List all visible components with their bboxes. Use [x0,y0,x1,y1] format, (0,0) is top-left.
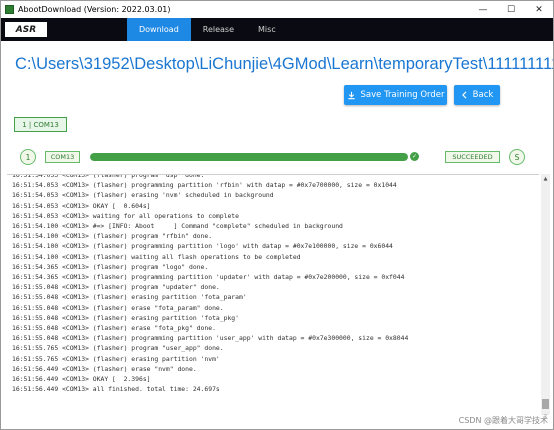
port-tab-com13[interactable]: 1 | COM13 [14,117,67,132]
log-line: 16:51:55.048 <COM13> (flasher) programmi… [12,334,409,343]
minimize-icon[interactable]: — [469,1,497,18]
device-index-badge: 1 [20,149,36,165]
asr-logo: ASR [5,22,47,37]
top-navbar: ASR Download Release Misc [1,18,553,41]
log-line: 16:51:54.100 <COM13> #=> [INFO: Aboot ] … [12,222,343,231]
log-line: 16:51:54.053 <COM13> OKAY [ 0.604s] [12,201,151,210]
log-scrollbar[interactable]: ▲ ▼ [541,174,550,421]
progress-bar-fill [90,153,408,161]
port-label: COM13 [45,151,80,163]
tab-misc[interactable]: Misc [246,18,288,41]
log-line: 16:51:55.048 <COM13> (flasher) erasing p… [12,293,247,302]
tab-download[interactable]: Download [127,18,191,41]
log-line: 16:51:54.053 <COM13> (flasher) erasing '… [12,191,274,200]
log-line: 16:51:54.100 <COM13> (flasher) waiting a… [12,252,301,261]
status-end-badge: S [509,149,525,165]
log-line: 16:51:56.449 <COM13> OKAY [ 2.396s] [12,375,151,384]
back-button[interactable]: Back [454,85,500,105]
title-bar: AbootDownload (Version: 2022.03.01) — ☐ … [1,1,553,18]
firmware-path: C:\Users\31952\Desktop\LiChunjie\4GMod\L… [15,55,553,73]
log-line: 16:51:54.100 <COM13> (flasher) programmi… [12,242,393,251]
app-icon [5,5,14,14]
log-output[interactable]: 16:51:54.053 <COM13> (flasher) program '… [7,174,539,422]
watermark: CSDN @跟着大哥学技术 [456,415,550,426]
save-training-order-button[interactable]: Save Training Order [344,85,447,105]
log-line: 16:51:54.053 <COM13> (flasher) programmi… [12,181,397,190]
scroll-thumb[interactable] [542,399,549,409]
log-line: 16:51:55.048 <COM13> (flasher) program "… [12,283,220,292]
back-label: Back [472,90,494,100]
log-line: 16:51:55.765 <COM13> (flasher) erasing p… [12,354,220,363]
close-icon[interactable]: ✕ [525,1,553,18]
log-line: 16:51:54.100 <COM13> (flasher) program "… [12,232,213,241]
progress-bar [90,153,408,161]
scroll-up-icon[interactable]: ▲ [541,174,550,183]
log-line: 16:51:54.053 <COM13> waiting for all ope… [12,211,240,220]
log-line: 16:51:56.449 <COM13> all finished. total… [12,385,220,394]
maximize-icon[interactable]: ☐ [497,1,525,18]
log-line: 16:51:55.048 <COM13> (flasher) erase "fo… [12,324,216,333]
logo-text: ASR [15,24,37,35]
chevron-left-icon [461,91,467,99]
log-line: 16:51:55.048 <COM13> (flasher) erasing p… [12,313,240,322]
save-training-order-label: Save Training Order [360,90,445,100]
log-line: 16:51:54.365 <COM13> (flasher) programmi… [12,273,405,282]
download-icon [347,91,355,99]
window-title: AbootDownload (Version: 2022.03.01) [18,5,171,14]
tab-release[interactable]: Release [191,18,246,41]
log-line: 16:51:55.048 <COM13> (flasher) erase "fo… [12,303,224,312]
log-line: 16:51:56.449 <COM13> (flasher) erase "nv… [12,364,197,373]
log-line: 16:51:55.765 <COM13> (flasher) program "… [12,344,224,353]
log-line: 16:51:54.365 <COM13> (flasher) program "… [12,262,209,271]
download-progress-row: 1 COM13 ✓ SUCCEEDED S [1,147,554,167]
app-window: AbootDownload (Version: 2022.03.01) — ☐ … [0,0,554,430]
status-badge: SUCCEEDED [445,151,500,163]
check-icon: ✓ [410,152,419,161]
